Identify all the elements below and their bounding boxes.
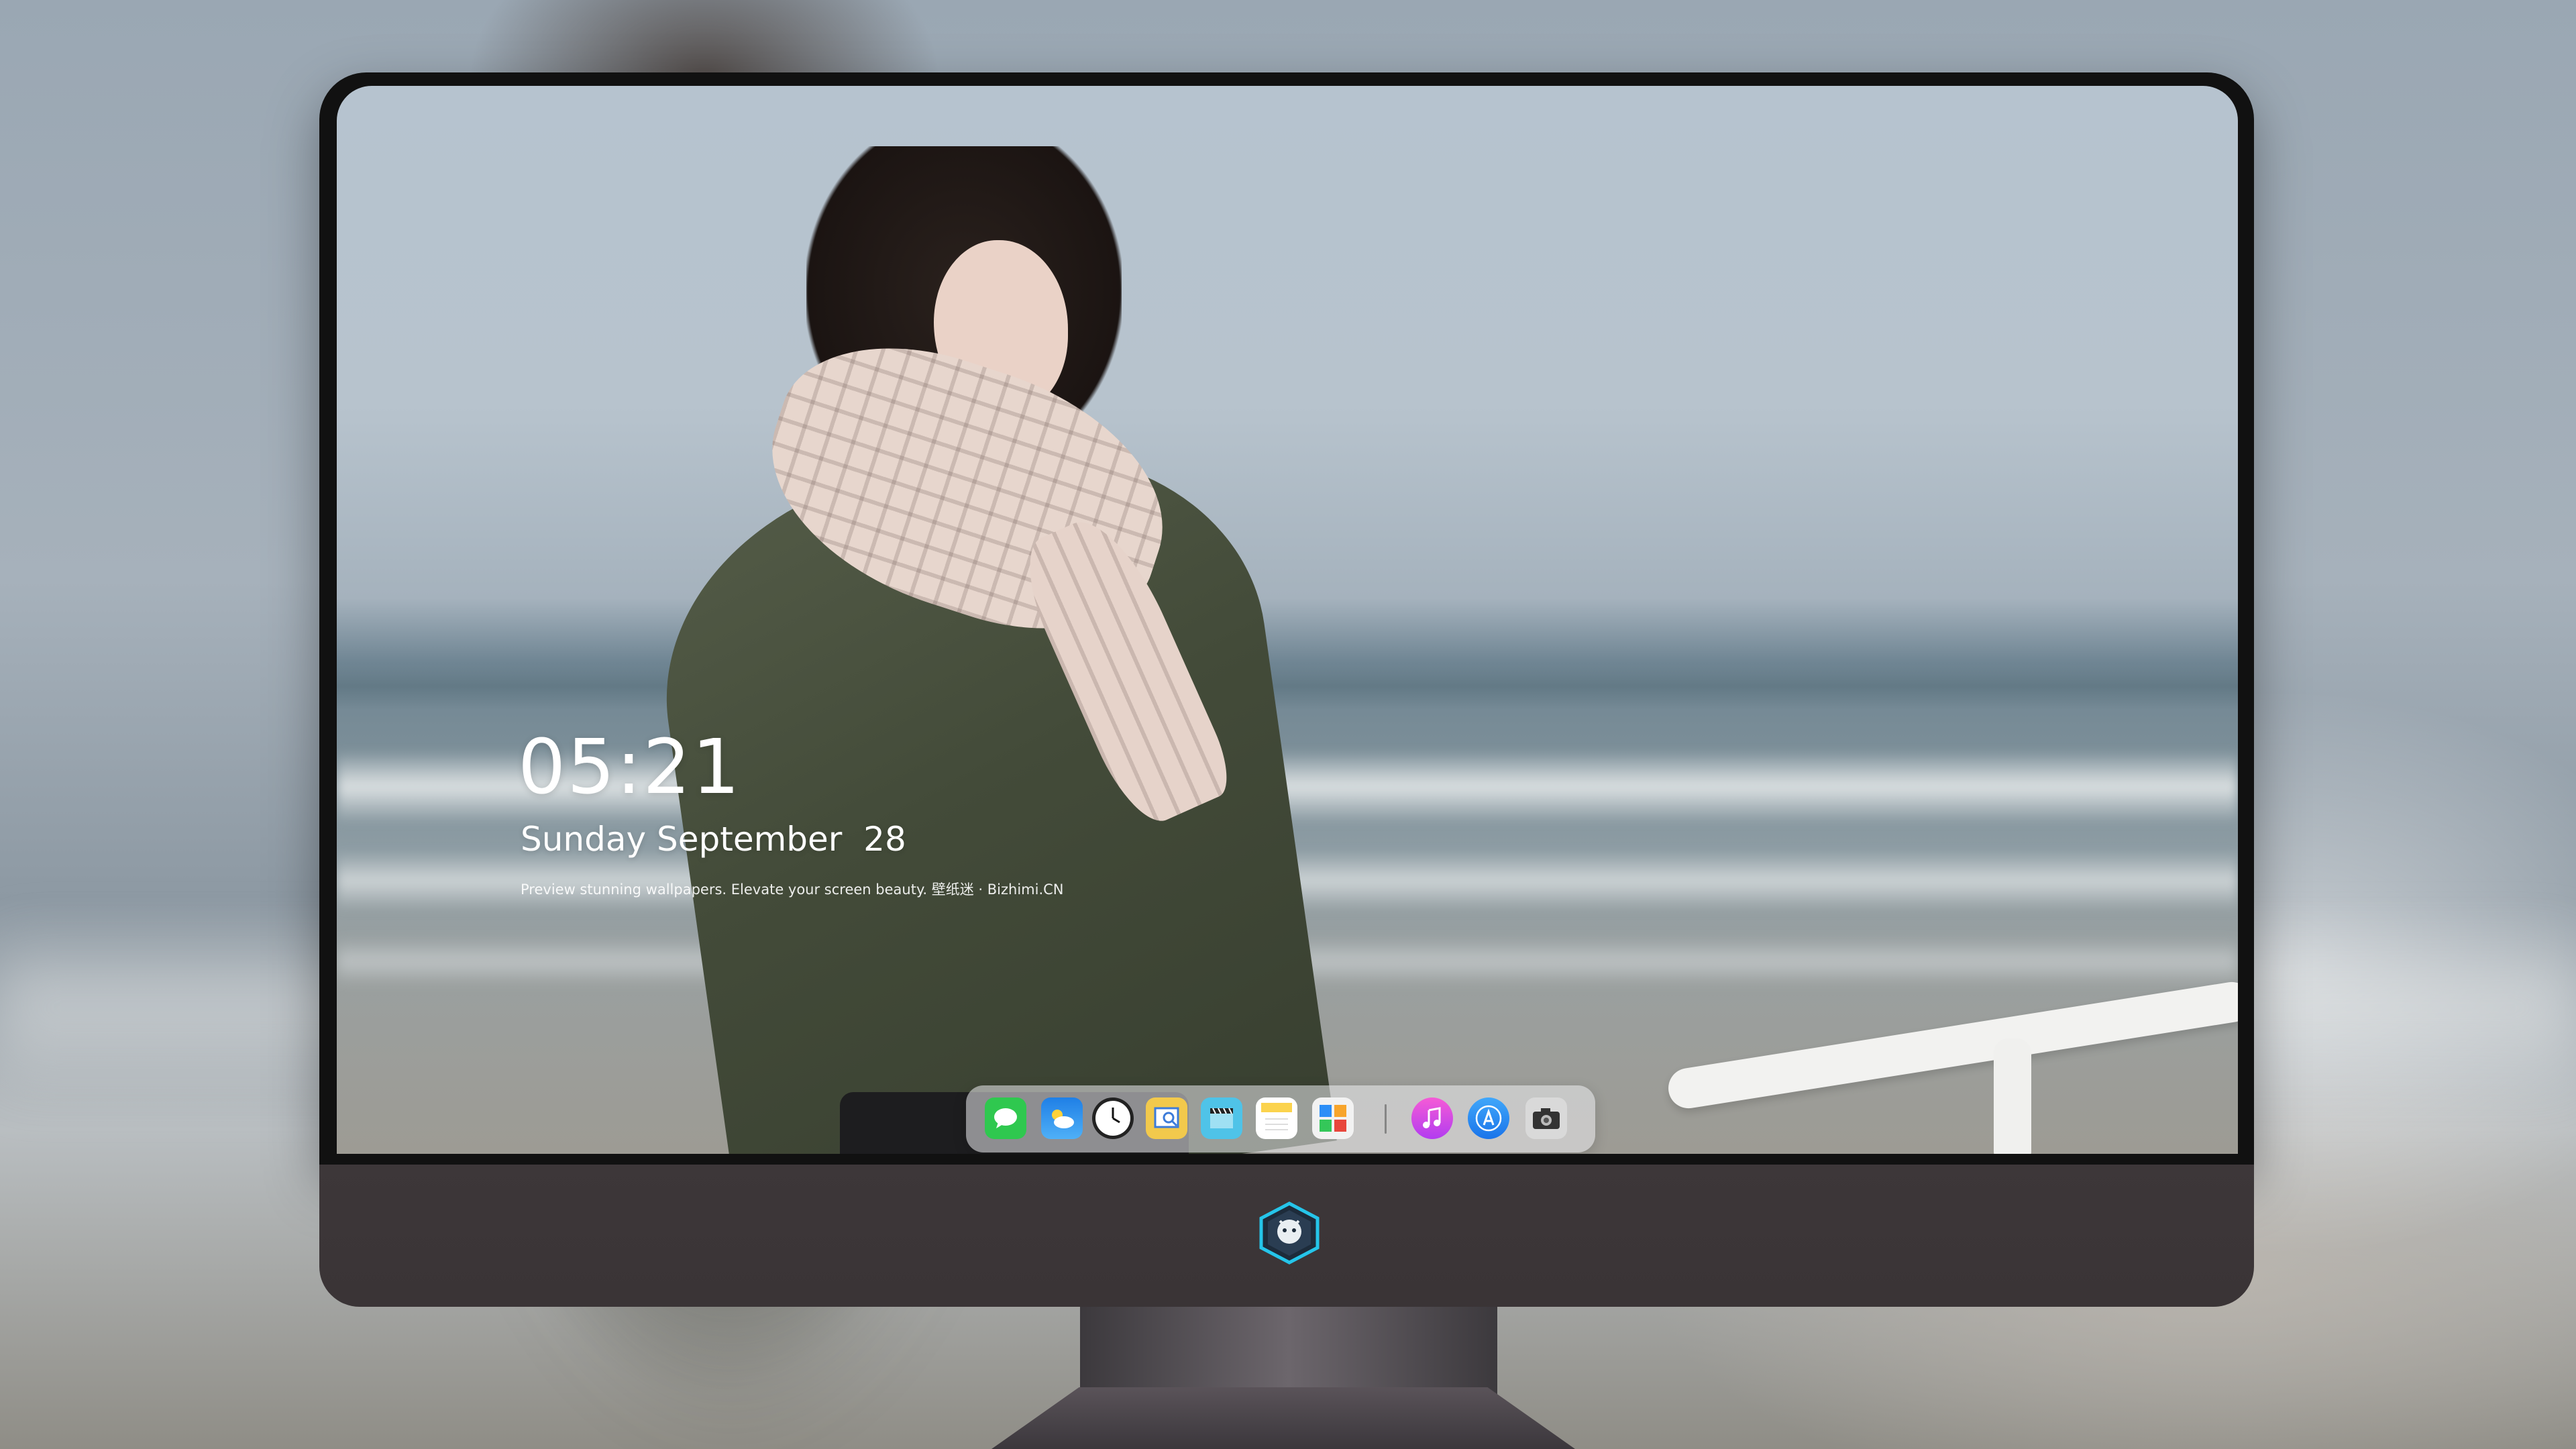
lockscreen-date: Sunday September 28 <box>521 820 906 859</box>
lockscreen-tagline: Preview stunning wallpapers. Elevate you… <box>521 881 1064 898</box>
monitor-stand-base <box>991 1387 1575 1449</box>
monitor-screen: 05:21 Sunday September 28 Preview stunni… <box>337 86 2238 1154</box>
desktop-background: 05:21 Sunday September 28 Preview stunni… <box>0 0 2576 1449</box>
preview-icon[interactable] <box>1146 1097 1187 1139</box>
dock <box>966 1085 1595 1152</box>
brand-logo-icon <box>1257 1201 1322 1265</box>
app-store-icon[interactable] <box>1468 1097 1509 1139</box>
weather-icon[interactable] <box>1041 1097 1083 1139</box>
beach-railing-post <box>1994 1038 2031 1154</box>
beach-railing <box>1665 979 2238 1112</box>
music-icon[interactable] <box>1411 1097 1453 1139</box>
notes-icon[interactable] <box>1256 1097 1297 1139</box>
clock-icon[interactable] <box>1092 1097 1134 1139</box>
sea-horizon <box>337 663 2238 710</box>
camera-icon[interactable] <box>1525 1097 1567 1139</box>
lockscreen-clock: 05:21 <box>518 724 741 811</box>
dock-separator <box>1385 1104 1387 1134</box>
grid-icon[interactable] <box>1312 1097 1354 1139</box>
clapperboard-icon[interactable] <box>1201 1097 1242 1139</box>
messages-icon[interactable] <box>985 1097 1026 1139</box>
